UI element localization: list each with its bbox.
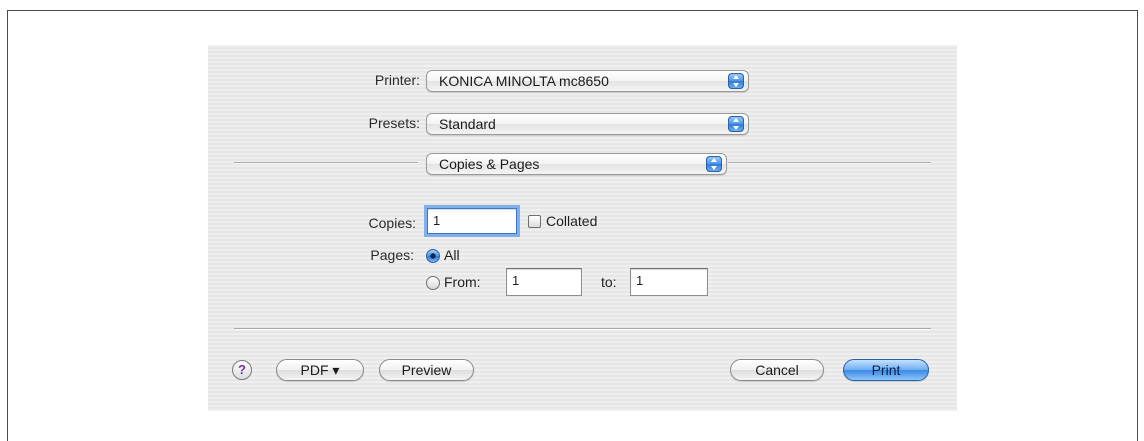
- panel-separator-left: [234, 162, 418, 164]
- panel-separator-right: [728, 162, 931, 164]
- presets-popup[interactable]: Standard: [426, 113, 749, 135]
- panel-popup-value: Copies & Pages: [439, 156, 540, 172]
- print-dialog: Printer: KONICA MINOLTA mc8650 Presets: …: [208, 45, 957, 411]
- cancel-button[interactable]: Cancel: [730, 359, 824, 381]
- popup-stepper-icon: [706, 156, 722, 172]
- popup-stepper-icon: [728, 73, 744, 89]
- printer-popup-value: KONICA MINOLTA mc8650: [439, 73, 609, 89]
- copies-label: Copies:: [368, 215, 416, 231]
- pages-all-radio[interactable]: [426, 249, 440, 263]
- collated-checkbox[interactable]: [528, 215, 541, 228]
- collated-label: Collated: [546, 213, 598, 229]
- presets-popup-value: Standard: [439, 116, 496, 132]
- popup-stepper-icon: [728, 116, 744, 132]
- printer-label: Printer:: [374, 72, 420, 88]
- footer-separator: [234, 328, 931, 330]
- pages-to-input[interactable]: 1: [630, 268, 708, 296]
- pages-label: Pages:: [370, 247, 414, 263]
- pages-from-label: From:: [444, 274, 481, 290]
- pages-all-label: All: [444, 247, 460, 263]
- copies-input[interactable]: 1: [427, 208, 517, 234]
- panel-popup[interactable]: Copies & Pages: [426, 153, 727, 175]
- pages-to-label: to:: [601, 274, 617, 290]
- print-button[interactable]: Print: [843, 359, 929, 381]
- pdf-button[interactable]: PDF ▾: [276, 359, 364, 381]
- preview-button[interactable]: Preview: [379, 359, 474, 381]
- presets-label: Presets:: [368, 115, 420, 131]
- pages-from-input[interactable]: 1: [506, 268, 582, 296]
- printer-popup[interactable]: KONICA MINOLTA mc8650: [426, 70, 749, 92]
- pages-from-radio[interactable]: [426, 276, 440, 290]
- help-button[interactable]: ?: [232, 360, 252, 380]
